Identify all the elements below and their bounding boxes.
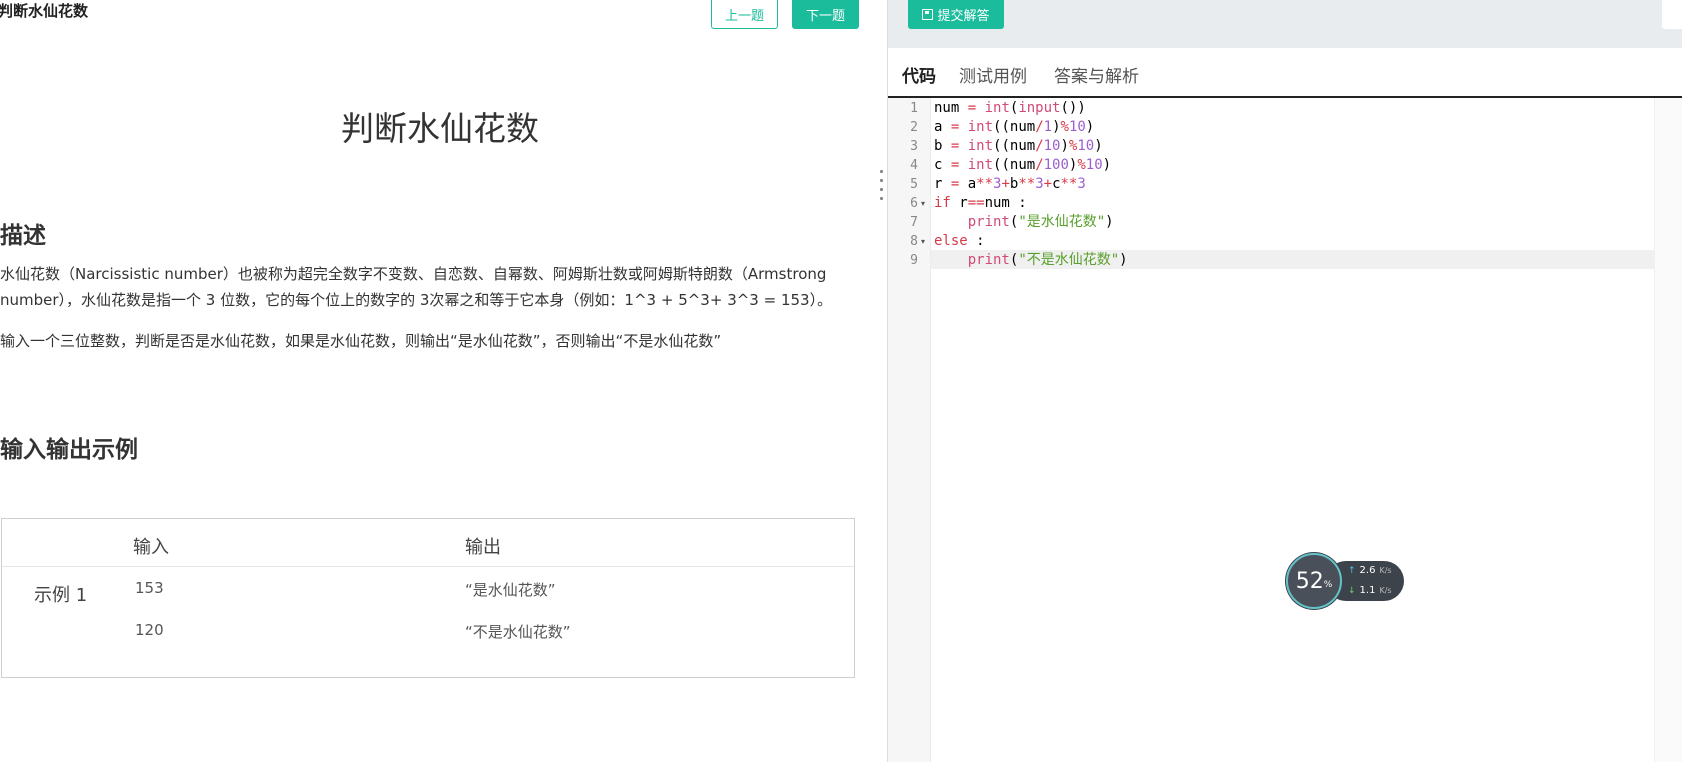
prev-problem-button[interactable]: 上一题 xyxy=(711,0,778,29)
upload-value: 2.6 xyxy=(1359,565,1376,576)
next-problem-button[interactable]: 下一题 xyxy=(792,0,859,29)
save-icon xyxy=(922,9,934,20)
code-line[interactable]: print("不是水仙花数") xyxy=(934,251,1128,270)
tab-test-cases[interactable]: 测试用例 xyxy=(959,62,1027,87)
fold-toggle-icon[interactable]: ▾ xyxy=(921,194,925,213)
example-label: 示例 1 xyxy=(34,585,88,606)
problem-title: 判断水仙花数 xyxy=(341,109,539,148)
editor-pane: 提交解答 代码 测试用例 答案与解析 1 2 3 4 5 6 ▾ 7 8 ▾ 9 num = int… xyxy=(888,0,1682,762)
code-line[interactable]: c = int((num/100)%10) xyxy=(934,156,1111,175)
submit-answer-button[interactable]: 提交解答 xyxy=(908,0,1004,29)
download-value: 1.1 xyxy=(1359,585,1376,596)
drag-handle-icon[interactable] xyxy=(879,170,885,208)
editor-scrollbar[interactable] xyxy=(1654,98,1682,762)
more-options-button[interactable] xyxy=(1662,0,1682,29)
line-number: 1 xyxy=(910,101,918,116)
column-header-output: 输出 xyxy=(465,537,501,558)
tab-answer-analysis[interactable]: 答案与解析 xyxy=(1054,62,1139,87)
breadcrumb: 判断水仙花数 xyxy=(0,2,89,20)
code-line[interactable]: if r==num : xyxy=(934,194,1027,213)
task-paragraph: 输入一个三位整数，判断是否是水仙花数，如果是水仙花数，则输出“是水仙花数”，否则… xyxy=(0,332,722,350)
line-number: 4 xyxy=(910,158,918,173)
download-unit: K/s xyxy=(1379,586,1392,595)
code-line[interactable]: print("是水仙花数") xyxy=(934,213,1114,232)
code-line[interactable]: else : xyxy=(934,232,985,251)
example-table: 输入 输出 示例 1 153 “是水仙花数” 120 “不是水仙花数” xyxy=(1,518,855,678)
upload-speed: ↑ 2.6 K/s xyxy=(1348,565,1392,576)
line-number-gutter: 1 2 3 4 5 6 ▾ 7 8 ▾ 9 xyxy=(888,98,931,762)
line-number: 3 xyxy=(910,139,918,154)
fold-toggle-icon[interactable]: ▾ xyxy=(921,232,925,251)
editor-toolbar: 提交解答 xyxy=(888,0,1682,48)
editor-tabs: 代码 测试用例 答案与解析 xyxy=(888,48,1682,98)
example-input-cell: 153 xyxy=(135,579,164,597)
line-number: 2 xyxy=(910,120,918,135)
tab-code[interactable]: 代码 xyxy=(902,62,936,87)
io-example-heading: 输入输出示例 xyxy=(0,437,138,463)
cpu-percent-circle: 52 % xyxy=(1286,553,1342,609)
line-number: 6 xyxy=(910,196,918,211)
code-line[interactable]: r = a**3+b**3+c**3 xyxy=(934,175,1086,194)
upload-arrow-icon: ↑ xyxy=(1348,565,1356,576)
line-number: 8 xyxy=(910,234,918,249)
example-input-cell: 120 xyxy=(135,621,164,639)
column-header-input: 输入 xyxy=(133,537,169,558)
download-arrow-icon: ↓ xyxy=(1348,585,1356,596)
network-speed-widget[interactable]: 52 % ↑ 2.6 K/s ↓ 1.1 K/s xyxy=(1286,553,1404,609)
problem-pane: 判断水仙花数 上一题 下一题 判断水仙花数 描述 水仙花数（Narcissist… xyxy=(0,0,887,762)
upload-unit: K/s xyxy=(1379,566,1392,575)
description-paragraph: 水仙花数（Narcissistic number）也被称为超完全数字不变数、自恋… xyxy=(0,265,833,309)
example-output-cell: “是水仙花数” xyxy=(465,581,556,599)
code-line[interactable]: b = int((num/10)%10) xyxy=(934,137,1103,156)
example-output-cell: “不是水仙花数” xyxy=(465,623,571,641)
percent-sign: % xyxy=(1323,580,1333,590)
description-heading: 描述 xyxy=(0,223,46,249)
code-line[interactable]: num = int(input()) xyxy=(934,99,1086,118)
code-line[interactable]: a = int((num/1)%10) xyxy=(934,118,1094,137)
line-number: 7 xyxy=(910,215,918,230)
line-number: 9 xyxy=(910,253,918,268)
submit-answer-label: 提交解答 xyxy=(937,9,990,24)
code-editor[interactable]: 1 2 3 4 5 6 ▾ 7 8 ▾ 9 num = int(input()) a = int((n… xyxy=(888,98,1682,762)
download-speed: ↓ 1.1 K/s xyxy=(1348,585,1392,596)
example-table-header: 输入 输出 xyxy=(2,519,854,567)
line-number: 5 xyxy=(910,177,918,192)
percent-value: 52 xyxy=(1295,568,1324,594)
